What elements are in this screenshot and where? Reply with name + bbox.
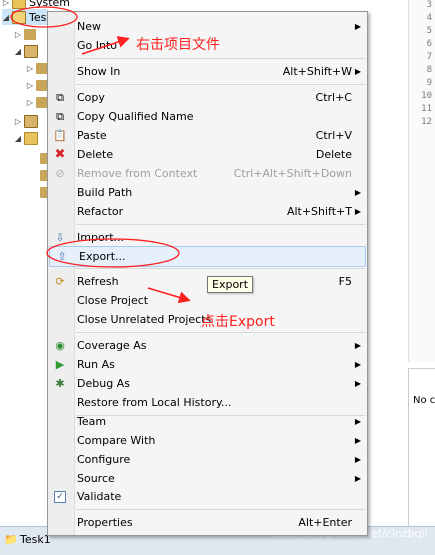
annotation-right-click-project: 右击项目文件	[136, 37, 220, 53]
annotation-click-export: 点击Export	[201, 314, 275, 330]
highlight-ellipse-export	[46, 238, 180, 268]
annotation-arrow-export	[147, 287, 191, 304]
highlight-ellipse-project	[10, 6, 78, 28]
annotation-overlay	[10, 6, 191, 304]
annotation-arrow-right-click	[81, 36, 130, 55]
